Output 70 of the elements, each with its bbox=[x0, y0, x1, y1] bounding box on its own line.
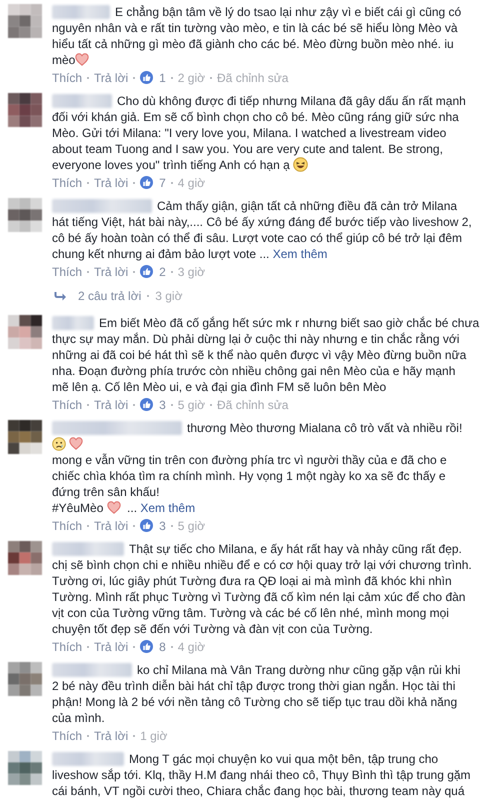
like-link[interactable]: Thích bbox=[52, 70, 82, 84]
reply-link[interactable]: Trả lời bbox=[94, 518, 128, 532]
timestamp: 5 giờ bbox=[178, 518, 206, 532]
comment-text: Thật sự tiếc cho Milana, e ấy hát rất hay và nhảy cũng rất đẹp. bbox=[129, 541, 462, 557]
comment-text: liveshow sắp tới. Klq, thầy H.M đang nhái theo cô, Thụy Bình thì tập trung gặm cái bánh, VT ngồi cười theo, Chiara chắc đang học bài, thương team này quá bbox=[52, 767, 472, 799]
like-count: 7 bbox=[159, 176, 166, 190]
heart-icon bbox=[69, 437, 83, 450]
like-icon bbox=[140, 176, 154, 189]
like-link[interactable]: Thích bbox=[52, 518, 82, 532]
like-count: 3 bbox=[159, 398, 166, 412]
replies-link[interactable]: 2 câu trả lời bbox=[78, 288, 142, 302]
timestamp: 4 giờ bbox=[178, 176, 206, 190]
blurred-name bbox=[52, 316, 94, 330]
blurred-name bbox=[52, 5, 110, 19]
comment-text: hát tiếng Việt, hát bài này,.... Cô bé ấy xứng đáng để bước tiếp vào liveshow 2, cô bé ấy hoàn toàn có thể đi sâu. Lượt vote cao có thể giúp cô bé trở lại đêm chung kết nhưng ai đảm bảo lượt vote ... Xem thêm bbox=[52, 214, 473, 262]
like-icon bbox=[140, 265, 154, 278]
timestamp: 2 giờ bbox=[178, 70, 206, 84]
comment-text: thực sự may mắn. Dù phải dừng lại ở cuộc thi này nhưng e tin chắc rằng với những ai đã coi bé hát thì sẽ k thể nào quên được vì vậy Mèo đừng buồn nữa nha. Đoạn đường phía trước còn nhiều chông gai nên Mèo của e hãy mạnh mẽ lên ạ. Cố lên Mèo ui, e và đại gia đình FM sẽ luôn bên Mèo bbox=[52, 331, 468, 395]
comment-text: 2 bé này đều trình diễn bài hát chỉ tập được trong thời gian ngắn. Học tài thi phận! Mong là 2 bé với nền tảng cô Tường cho sẽ tiếp tục trau dồi khả năng của mình. bbox=[52, 678, 458, 726]
like-link[interactable]: Thích bbox=[52, 264, 82, 278]
blurred-name bbox=[52, 94, 112, 108]
reply-link[interactable]: Trả lời bbox=[94, 728, 128, 742]
see-more-link[interactable]: Xem thêm bbox=[140, 501, 196, 515]
comment-text: chị sẽ bình chọn chi e nhiều nhiều để e có cơ hội quay trở lại với chương trình. Tường ơi, lúc giây phút Tường đưa ra QĐ loại ai mà mình đã khóc khi nhìn Tường. Mình rất phục Tường vì Tường đã cố kìm nén lại cảm xúc để cho đàn vịt con của Tường vững tâm. Tường và các bé cố lên nhé, mình mong mọi chuyện tốt đẹp sẽ đến với Tường và đàn vịt con của Tường. bbox=[52, 557, 473, 637]
like-count: 3 bbox=[159, 518, 166, 532]
heart-icon bbox=[75, 53, 90, 66]
avatar[interactable] bbox=[8, 198, 42, 232]
comment-text: ko chỉ Milana mà Vân Trang dường như cũng gặp vận rủi khi bbox=[137, 662, 460, 678]
comment-text: thương Mèo thương Mialana cô trò vất và nhiều rồi! bbox=[187, 420, 462, 436]
like-icon bbox=[140, 398, 154, 411]
timestamp: 3 giờ bbox=[155, 288, 182, 302]
comment-text: đối với khán giả. Em sẽ cố bình chọn cho cô bé. Mèo cũng ráng giữ sức nha Mèo. Gửi tới Milana: "I very love you, Milana. I watched a livestream video about team Tuong and I saw you. You are very cute and talent. Be strong, everyone loves you" trình tiếng Anh có hạn ạ bbox=[52, 109, 460, 173]
avatar[interactable] bbox=[8, 541, 42, 575]
blurred-name bbox=[52, 542, 124, 556]
blurred-name bbox=[52, 752, 124, 766]
reply-link[interactable]: Trả lời bbox=[94, 176, 128, 190]
avatar[interactable] bbox=[8, 420, 42, 454]
reply-arrow-icon bbox=[54, 290, 67, 300]
like-icon bbox=[140, 640, 154, 653]
like-icon bbox=[140, 519, 154, 532]
like-link[interactable]: Thích bbox=[52, 640, 82, 654]
like-link[interactable]: Thích bbox=[52, 176, 82, 190]
edited-link[interactable]: Đã chỉnh sửa bbox=[217, 398, 288, 412]
comment-text: Cảm thấy giận, giận tất cả những điều đã cản trở Milana bbox=[157, 198, 458, 214]
like-icon bbox=[140, 71, 154, 84]
reply-link[interactable]: Trả lời bbox=[94, 264, 128, 278]
edited-link[interactable]: Đã chỉnh sửa bbox=[217, 70, 288, 84]
timestamp: 3 giờ bbox=[178, 264, 206, 278]
laughing-face-icon bbox=[293, 157, 308, 172]
comment-text: nguyên nhân và e rất tin tường vào mèo, e tin là các bé sẽ hiểu lòng Mèo và hiểu tất cả những gì mèo đã giành cho các bé. Mèo đừng buồn mèo nhé. iu mèo bbox=[52, 20, 458, 68]
comment-text: mong e vẫn vững tin trên con đường phía trc vì người thầy của e đã cho e chiếc chìa khóa tìm ra chính mình. Hy vọng 1 một ngày ko xa sẽ đc thấy e đứng trên sân khấu! #YêuMèo ... Xem thêm bbox=[52, 436, 474, 516]
heart-icon bbox=[106, 501, 121, 514]
like-count: 8 bbox=[159, 640, 166, 654]
sad-face-icon bbox=[52, 437, 66, 451]
reply-link[interactable]: Trả lời bbox=[94, 70, 128, 84]
see-more-link[interactable]: Xem thêm bbox=[272, 247, 328, 261]
like-link[interactable]: Thích bbox=[52, 728, 82, 742]
avatar[interactable] bbox=[8, 315, 42, 349]
like-count: 2 bbox=[159, 264, 166, 278]
timestamp: 4 giờ bbox=[178, 640, 206, 654]
comment-text: Em biết Mèo đã cố gắng hết sức mk r nhưng biết sao giờ chắc bé chưa bbox=[99, 315, 480, 331]
timestamp: 5 giờ bbox=[178, 398, 206, 412]
like-count: 1 bbox=[159, 70, 166, 84]
comment-text: Cho dù không được đi tiếp nhưng Milana đã gây dấu ấn rất mạnh bbox=[117, 93, 466, 109]
comment-text: E chẳng bận tâm về lý do tsao lại như zậy vì e biết cái gì cũng có bbox=[115, 4, 462, 20]
reply-link[interactable]: Trả lời bbox=[94, 640, 128, 654]
reply-link[interactable]: Trả lời bbox=[94, 398, 128, 412]
comment-text: Mong T gác mọi chuyện ko vui qua một bên, tập trung cho bbox=[129, 751, 438, 767]
timestamp: 1 giờ bbox=[140, 728, 168, 742]
like-link[interactable]: Thích bbox=[52, 398, 82, 412]
